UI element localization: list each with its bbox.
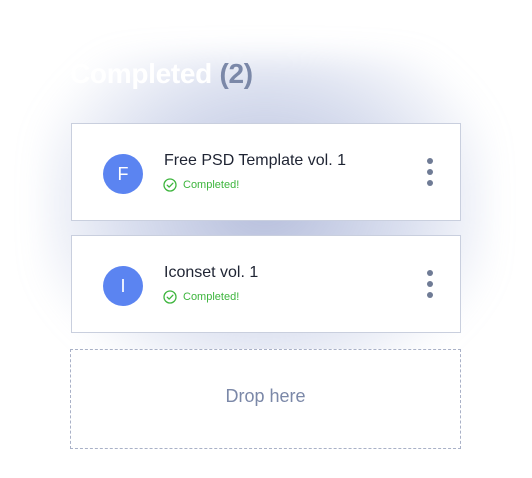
menu-dot: [427, 281, 433, 287]
avatar: F: [103, 154, 143, 194]
task-card[interactable]: F Free PSD Template vol. 1 Completed!: [71, 123, 461, 221]
avatar: I: [103, 266, 143, 306]
kebab-menu-icon[interactable]: [422, 268, 438, 300]
task-card[interactable]: I Iconset vol. 1 Completed!: [71, 235, 461, 333]
menu-dot: [427, 180, 433, 186]
check-circle-icon: [163, 178, 177, 192]
check-circle-icon: [163, 290, 177, 304]
card-title: Free PSD Template vol. 1: [164, 152, 347, 169]
status-text: Completed!: [183, 179, 240, 191]
menu-dot: [427, 158, 433, 164]
card-title: Iconset vol. 1: [164, 264, 259, 281]
menu-dot: [427, 169, 433, 175]
column-header: Completed (2): [70, 58, 253, 90]
kebab-menu-icon[interactable]: [422, 156, 438, 188]
menu-dot: [427, 270, 433, 276]
status-row: Completed!: [163, 177, 239, 193]
status-text: Completed!: [183, 291, 240, 303]
drop-zone[interactable]: Drop here: [70, 349, 461, 449]
kanban-column-area: Completed (2) F Free PSD Template vol. 1…: [0, 0, 532, 478]
column-count: (2): [219, 58, 253, 89]
menu-dot: [427, 292, 433, 298]
drop-zone-label: Drop here: [225, 386, 306, 406]
column-title: Completed: [70, 58, 212, 89]
status-row: Completed!: [163, 289, 239, 305]
